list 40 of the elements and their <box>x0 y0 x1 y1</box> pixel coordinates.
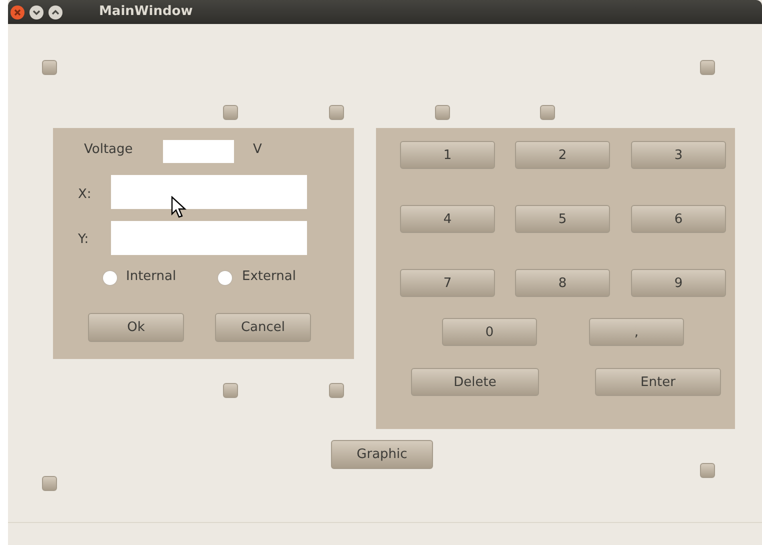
small-button[interactable] <box>700 60 715 75</box>
cursor-icon <box>171 196 188 218</box>
dialog-button[interactable]: Ok <box>88 313 184 342</box>
x-label: X: <box>78 187 92 202</box>
keypad-action-button[interactable]: Delete <box>411 368 539 396</box>
small-button[interactable] <box>329 105 344 120</box>
radio-label[interactable]: Internal <box>126 269 176 284</box>
small-button[interactable] <box>700 463 715 478</box>
y-field[interactable] <box>111 221 307 255</box>
keypad-key[interactable]: , <box>589 318 684 346</box>
keypad-action-button[interactable]: Enter <box>595 368 721 396</box>
small-button[interactable] <box>540 105 555 120</box>
small-button[interactable] <box>329 383 344 398</box>
small-button[interactable] <box>223 105 238 120</box>
dialog-button[interactable]: Cancel <box>215 313 311 342</box>
graphic-button[interactable]: Graphic <box>331 440 433 469</box>
voltage-label: Voltage <box>84 142 133 157</box>
keypad-key[interactable]: 6 <box>631 205 726 233</box>
small-button[interactable] <box>42 60 57 75</box>
keypad-key[interactable]: 7 <box>400 269 495 297</box>
voltage-field[interactable] <box>163 140 234 163</box>
window-title: MainWindow <box>99 4 193 19</box>
keypad-key[interactable]: 0 <box>442 318 537 346</box>
keypad-key[interactable]: 3 <box>631 141 726 169</box>
keypad-key[interactable]: 1 <box>400 141 495 169</box>
keypad-key[interactable]: 9 <box>631 269 726 297</box>
keypad-key[interactable]: 5 <box>515 205 610 233</box>
maximize-icon[interactable] <box>48 5 63 20</box>
minimize-icon[interactable] <box>29 5 44 20</box>
keypad-key[interactable]: 4 <box>400 205 495 233</box>
voltage-unit: V <box>253 142 262 157</box>
keypad-key[interactable]: 8 <box>515 269 610 297</box>
small-button[interactable] <box>42 476 57 491</box>
close-icon[interactable] <box>10 5 25 20</box>
keypad-key[interactable]: 2 <box>515 141 610 169</box>
small-button[interactable] <box>223 383 238 398</box>
y-label: Y: <box>78 232 89 247</box>
radio-label[interactable]: External <box>242 269 296 284</box>
x-field[interactable] <box>111 175 307 209</box>
small-button[interactable] <box>435 105 450 120</box>
